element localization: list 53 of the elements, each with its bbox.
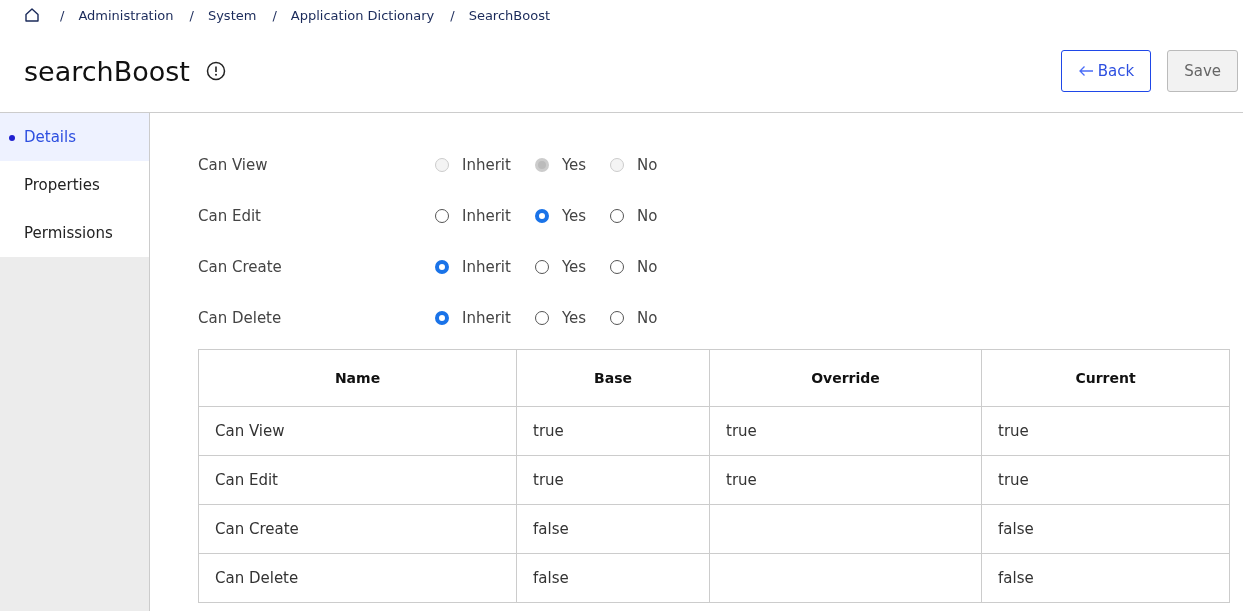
info-icon[interactable] — [205, 61, 226, 81]
field-label: Can Delete — [198, 308, 283, 327]
breadcrumb-link[interactable]: Administration — [78, 7, 174, 23]
radio-button[interactable] — [435, 310, 449, 325]
table-cell: true — [533, 471, 564, 489]
breadcrumb-separator: / — [272, 7, 277, 23]
field-label: Can View — [198, 155, 269, 174]
arrow-left-icon — [1077, 65, 1094, 77]
table-cell: false — [998, 569, 1034, 587]
radio-label: No — [637, 308, 658, 327]
breadcrumb-link[interactable]: SearchBoost — [468, 7, 550, 23]
radio-label: No — [637, 155, 658, 174]
table-cell: false — [533, 520, 569, 538]
breadcrumb-separator: / — [60, 7, 65, 23]
radio-button[interactable] — [435, 259, 449, 274]
back-button[interactable]: Back — [1060, 50, 1152, 92]
table-cell: true — [726, 471, 757, 489]
radio-label: No — [637, 257, 658, 276]
table-cell: true — [998, 471, 1029, 489]
table-cell: false — [533, 569, 569, 587]
column-header: Name — [198, 349, 517, 407]
table-cell: false — [998, 520, 1034, 538]
breadcrumb-separator: / — [450, 7, 455, 23]
table-cell: Can View — [215, 422, 285, 440]
column-header: Current — [981, 349, 1230, 407]
radio-label: Yes — [561, 308, 587, 327]
table-cell: Can Delete — [215, 569, 299, 587]
radio-button[interactable] — [534, 208, 549, 223]
radio-label: Inherit — [462, 155, 511, 174]
page-title: searchBoost — [24, 55, 190, 87]
column-header: Base — [516, 349, 710, 407]
sidebar-tab[interactable]: Properties — [0, 161, 149, 209]
radio-label: Inherit — [462, 308, 511, 327]
radio-label: Yes — [561, 257, 587, 276]
table-cell: Can Create — [215, 520, 299, 538]
radio-label: Yes — [561, 155, 587, 174]
home-icon[interactable] — [24, 7, 40, 23]
radio-label: Inherit — [462, 206, 511, 225]
breadcrumb-separator: / — [189, 7, 194, 23]
radio-label: Inherit — [462, 257, 511, 276]
sidebar-tab[interactable]: Details — [0, 113, 149, 161]
radio-label: Yes — [561, 206, 587, 225]
field-label: Can Edit — [198, 206, 262, 225]
table-cell: Can Edit — [215, 471, 278, 489]
table-cell: true — [726, 422, 757, 440]
radio-label: No — [637, 206, 658, 225]
table-cell: true — [533, 422, 564, 440]
sidebar-tab[interactable]: Permissions — [0, 209, 149, 257]
field-label: Can Create — [198, 257, 283, 276]
breadcrumb-link[interactable]: System — [207, 7, 257, 23]
table-cell: true — [998, 422, 1029, 440]
breadcrumb-link[interactable]: Application Dictionary — [290, 7, 435, 23]
column-header: Override — [709, 349, 982, 407]
